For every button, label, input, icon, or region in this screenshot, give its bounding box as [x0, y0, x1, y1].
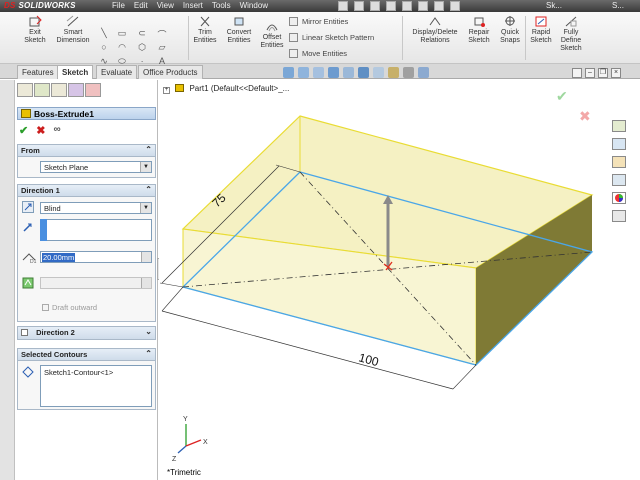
triad-z-label: Z: [172, 456, 177, 463]
dimension-width-label[interactable]: 100: [357, 350, 380, 369]
extension-line: [452, 364, 477, 390]
solidworks-resources-icon[interactable]: [612, 120, 626, 132]
triad-x-label: X: [203, 439, 208, 446]
task-pane-tabs: [608, 80, 640, 480]
extension-line: [159, 282, 184, 288]
extension-line: [161, 286, 184, 312]
triad-x-axis: [185, 439, 202, 447]
file-explorer-icon[interactable]: [612, 156, 626, 168]
triad-y-label: Y: [183, 416, 188, 423]
view-orientation-label: *Trimetric: [167, 468, 201, 477]
solidworks-window: DS SOLIDWORKS File Edit View Insert Tools…: [0, 0, 640, 480]
triad-z-axis: [177, 445, 187, 454]
design-library-icon[interactable]: [612, 138, 626, 150]
model-preview: 75 100 Y X Z: [159, 115, 594, 463]
color-wheel-icon: [615, 194, 623, 202]
custom-properties-icon[interactable]: [612, 210, 626, 222]
confirm-corner-cancel-icon[interactable]: ✖: [579, 108, 591, 125]
confirm-corner-accept-icon[interactable]: ✔: [556, 88, 568, 105]
view-palette-icon[interactable]: [612, 174, 626, 186]
appearances-icon[interactable]: [612, 192, 626, 204]
